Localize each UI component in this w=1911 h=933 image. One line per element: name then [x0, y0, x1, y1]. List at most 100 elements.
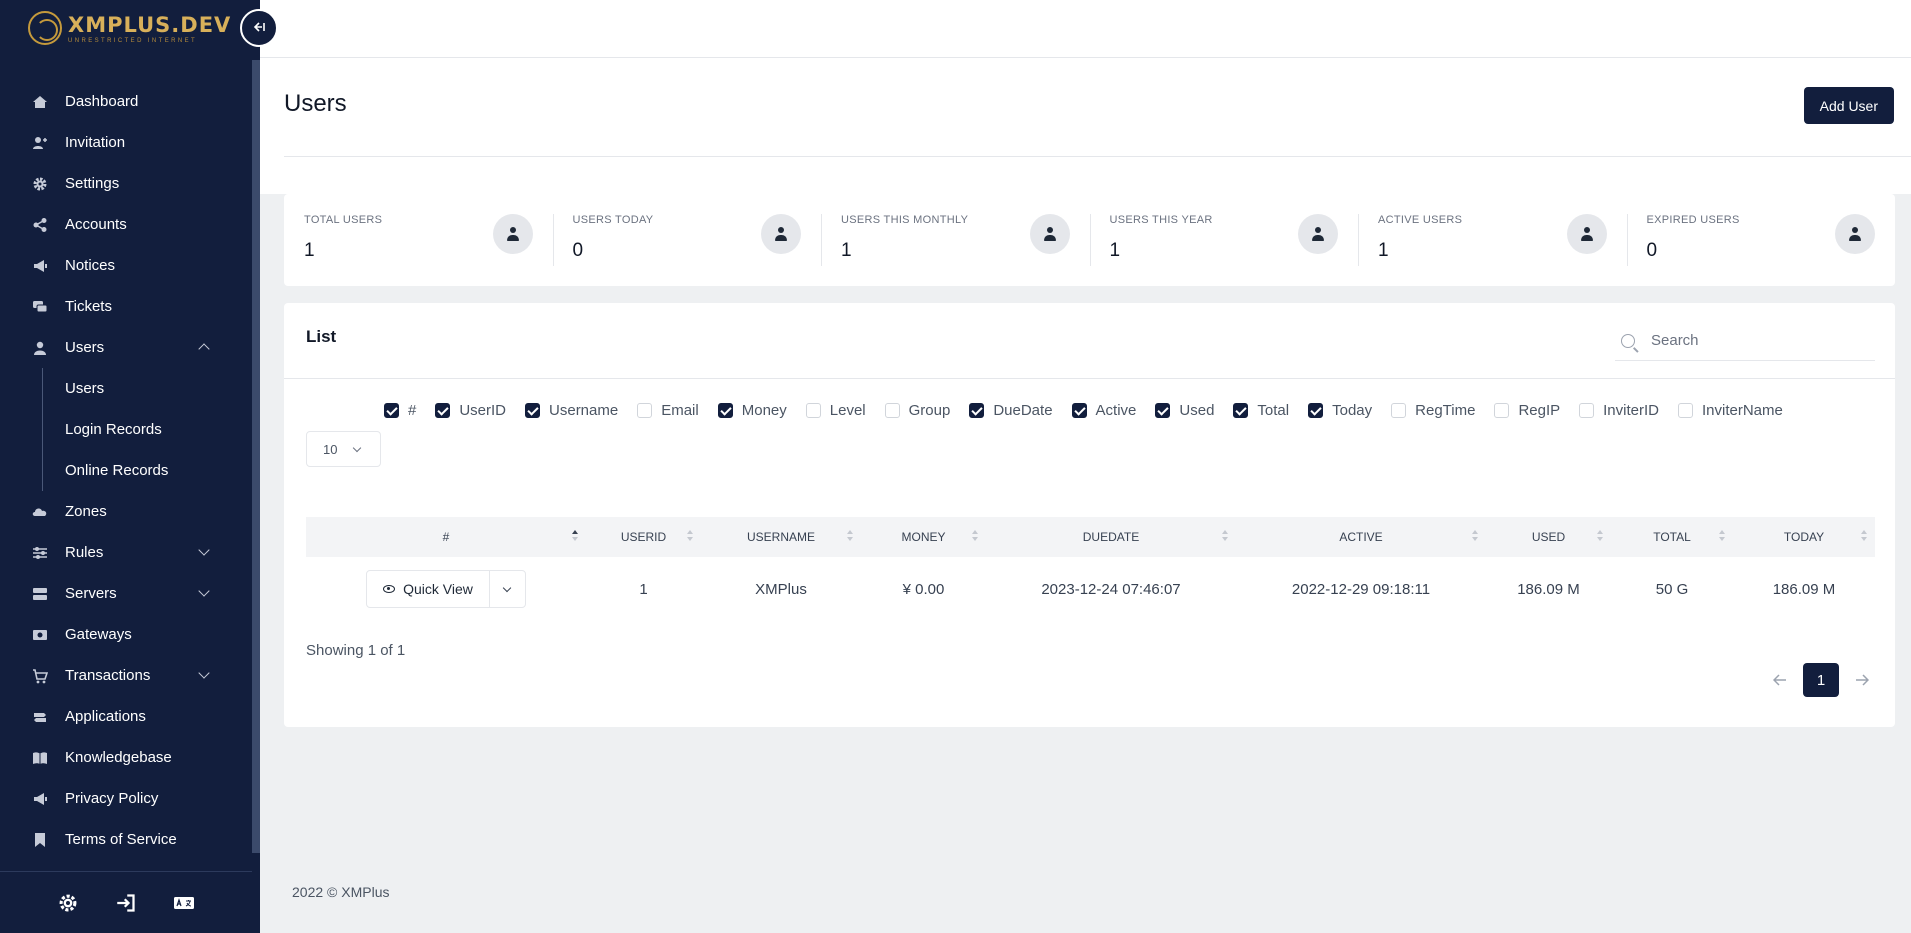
prev-page-button[interactable]	[1767, 663, 1793, 697]
cell-total: 50 G	[1655, 580, 1689, 598]
column-header-hash[interactable]: #	[306, 517, 586, 557]
sidebar-item-label: Transactions	[65, 667, 151, 684]
user-icon	[1029, 214, 1070, 254]
column-toggle-label: Email	[661, 402, 699, 419]
page-title: Users	[284, 90, 347, 117]
column-toggle-label: #	[408, 402, 417, 419]
checkbox[interactable]	[1071, 403, 1087, 418]
column-toggle-money[interactable]: Money	[717, 402, 787, 419]
sidebar-item-invitation[interactable]: Invitation	[0, 122, 252, 163]
sidebar-item-accounts[interactable]: Accounts	[0, 204, 252, 245]
divider	[284, 156, 1911, 157]
sidebar-item-transactions[interactable]: Transactions	[0, 655, 252, 696]
column-header-active[interactable]: ACTIVE	[1236, 517, 1486, 557]
add-user-button[interactable]: Add User	[1803, 87, 1894, 124]
megaphone-icon	[32, 791, 48, 807]
sidebar-item-settings[interactable]: Settings	[0, 163, 252, 204]
column-header-duedate[interactable]: DUEDATE	[986, 517, 1236, 557]
column-header-used[interactable]: USED	[1486, 517, 1611, 557]
column-toggle-total[interactable]: Total	[1233, 402, 1289, 419]
checkbox[interactable]	[884, 403, 900, 418]
column-toggle-hash[interactable]: #	[384, 402, 416, 419]
checkbox[interactable]	[1233, 403, 1249, 418]
checkbox[interactable]	[637, 403, 653, 418]
sidebar-item-label: Settings	[65, 175, 120, 192]
sidebar-item-zones[interactable]: Zones	[0, 491, 252, 532]
submenu-item-online-records[interactable]: Online Records	[43, 450, 252, 491]
search-input[interactable]	[1651, 332, 1851, 349]
login-icon[interactable]	[115, 892, 137, 914]
sidebar-item-applications[interactable]: Applications	[0, 696, 252, 737]
search-icon	[1621, 333, 1635, 348]
column-header-today[interactable]: TODAY	[1733, 517, 1875, 557]
settings-icon[interactable]	[57, 892, 79, 914]
column-header-username[interactable]: USERNAME	[701, 517, 861, 557]
sidebar-footer	[0, 871, 252, 933]
checkbox[interactable]	[1678, 403, 1693, 418]
sort-icon	[1472, 530, 1478, 544]
column-toggle-group[interactable]: Group	[884, 402, 950, 419]
column-toggle-inviterid[interactable]: InviterID	[1579, 402, 1659, 419]
language-icon[interactable]	[173, 892, 195, 914]
column-toggle-used[interactable]: Used	[1155, 402, 1214, 419]
checkbox[interactable]	[1308, 403, 1324, 418]
column-header-money[interactable]: MONEY	[861, 517, 986, 557]
chat-icon	[32, 299, 48, 315]
next-page-button[interactable]	[1849, 663, 1875, 697]
quick-view-label: Quick View	[403, 581, 473, 597]
column-toggle-regtime[interactable]: RegTime	[1391, 402, 1475, 419]
collapse-sidebar-button[interactable]	[240, 9, 278, 47]
sort-icon	[1861, 530, 1867, 544]
table-header: # USERID USERNAME MONEY DUEDATE ACTIVE U…	[306, 517, 1875, 557]
sidebar-nav: Dashboard Invitation Settings Accounts N…	[0, 81, 252, 860]
megaphone-icon	[32, 258, 48, 274]
sidebar-item-users[interactable]: Users	[0, 327, 252, 368]
sort-icon	[1719, 530, 1725, 544]
sidebar-item-privacy-policy[interactable]: Privacy Policy	[0, 778, 252, 819]
cell-username: XMPlus	[755, 580, 807, 598]
checkbox[interactable]	[1579, 403, 1595, 418]
sort-icon	[847, 530, 853, 544]
sidebar-item-terms-of-service[interactable]: Terms of Service	[0, 819, 252, 860]
checkbox[interactable]	[1494, 403, 1510, 418]
column-toggle-invitername[interactable]: InviterName	[1678, 402, 1783, 419]
sidebar-item-gateways[interactable]: Gateways	[0, 614, 252, 655]
column-toggle-email[interactable]: Email	[637, 402, 699, 419]
brand-logo[interactable]: XMPLUS.DEV UNRESTRICTED INTERNET	[28, 8, 231, 48]
column-toggle-regip[interactable]: RegIP	[1494, 402, 1560, 419]
column-toggle-level[interactable]: Level	[805, 402, 866, 419]
row-actions-dropdown[interactable]	[488, 571, 525, 607]
column-header-userid[interactable]: USERID	[586, 517, 701, 557]
checkbox[interactable]	[717, 403, 733, 418]
checkbox[interactable]	[969, 403, 985, 418]
column-toggle-today[interactable]: Today	[1308, 402, 1372, 419]
sidebar-item-knowledgebase[interactable]: Knowledgebase	[0, 737, 252, 778]
checkbox[interactable]	[805, 403, 821, 418]
sidebar-scrollbar[interactable]	[252, 60, 260, 853]
submenu-item-users[interactable]: Users	[43, 368, 252, 409]
page-size-select[interactable]: 10	[306, 431, 381, 467]
sidebar-item-dashboard[interactable]: Dashboard	[0, 81, 252, 122]
sidebar-item-notices[interactable]: Notices	[0, 245, 252, 286]
column-toggle-duedate[interactable]: DueDate	[969, 402, 1053, 419]
quick-view-button[interactable]: Quick View	[367, 571, 489, 607]
page-number-button[interactable]: 1	[1803, 663, 1839, 697]
column-header-total[interactable]: TOTAL	[1611, 517, 1733, 557]
column-header-label: DUEDATE	[1082, 530, 1140, 544]
column-toggle-label: Used	[1179, 402, 1215, 419]
checkbox[interactable]	[1155, 403, 1171, 418]
column-toggle-label: RegIP	[1518, 402, 1561, 419]
checkbox[interactable]	[384, 403, 399, 418]
column-toggle-username[interactable]: Username	[525, 402, 618, 419]
stat-users-this-year: USERS THIS YEAR 1	[1089, 194, 1359, 286]
checkbox[interactable]	[435, 403, 451, 418]
column-toggle-userid[interactable]: UserID	[435, 402, 506, 419]
checkbox[interactable]	[525, 403, 541, 418]
submenu-item-login-records[interactable]: Login Records	[43, 409, 252, 450]
sidebar-item-rules[interactable]: Rules	[0, 532, 252, 573]
sidebar-item-servers[interactable]: Servers	[0, 573, 252, 614]
chevron-down-icon	[198, 667, 210, 679]
column-toggle-active[interactable]: Active	[1071, 402, 1136, 419]
sidebar-item-tickets[interactable]: Tickets	[0, 286, 252, 327]
checkbox[interactable]	[1391, 403, 1407, 418]
